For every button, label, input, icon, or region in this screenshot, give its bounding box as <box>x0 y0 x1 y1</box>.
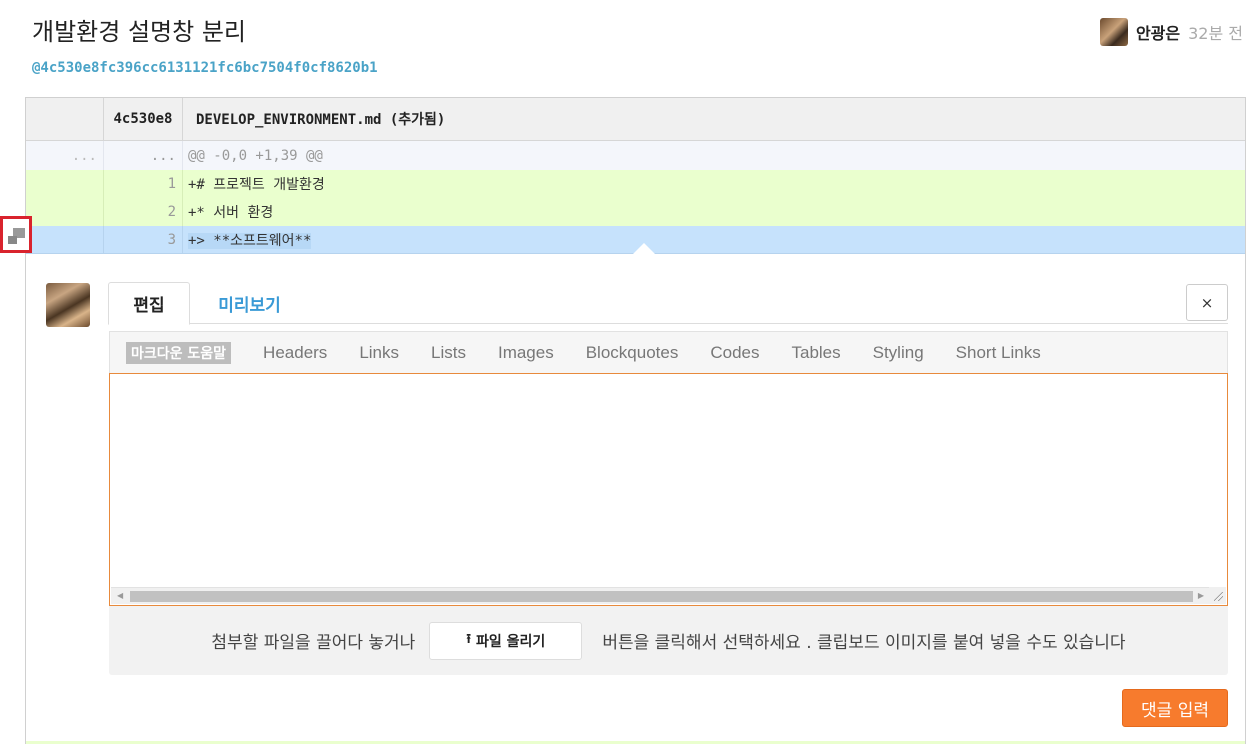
diff-file-header: 4c530e8 DEVELOP_ENVIRONMENT.md (추가됨) <box>26 98 1245 141</box>
toolbar-codes[interactable]: Codes <box>710 343 759 363</box>
author-avatar <box>1099 18 1128 46</box>
toolbar-lists[interactable]: Lists <box>431 343 466 363</box>
scroll-right-icon[interactable]: ▶ <box>1198 591 1204 600</box>
resize-handle[interactable] <box>1209 587 1226 604</box>
horizontal-scrollbar[interactable]: ◀ ▶ <box>111 587 1210 604</box>
submit-comment-button[interactable]: 댓글 입력 <box>1122 689 1228 727</box>
line-number-new: ... <box>104 141 183 170</box>
toolbar-styling[interactable]: Styling <box>873 343 924 363</box>
toolbar-blockquotes[interactable]: Blockquotes <box>586 343 679 363</box>
line-number-new: 1 <box>104 170 183 198</box>
comment-form-pointer <box>633 243 655 254</box>
markdown-toolbar: 마크다운 도움말 Headers Links Lists Images Bloc… <box>109 331 1228 373</box>
line-code: +* 서버 환경 <box>188 205 274 221</box>
upload-hint-suffix: 버튼을 클릭해서 선택하세요 . 클립보드 이미지를 붙여 넣을 수도 있습니다 <box>602 633 1126 653</box>
toolbar-links[interactable]: Links <box>359 343 399 363</box>
diff-hunk-row: ... ... @@ -0,0 +1,39 @@ <box>26 141 1245 170</box>
add-comment-button[interactable] <box>0 216 32 253</box>
line-number-old: ... <box>26 141 104 170</box>
comment-textarea[interactable]: ◀ ▶ <box>109 373 1228 606</box>
close-button[interactable]: × <box>1186 284 1228 321</box>
upload-file-label: 파일 올리기 <box>475 633 546 650</box>
line-number-old <box>26 226 104 253</box>
page-title: 개발환경 설명창 분리 <box>32 18 246 46</box>
line-code: +> **소프트웨어** <box>188 232 312 249</box>
diff-header-gutter <box>26 98 104 140</box>
scrollbar-thumb[interactable] <box>130 591 1193 602</box>
line-number-old <box>26 198 104 226</box>
line-number-new: 2 <box>104 198 183 226</box>
toolbar-short-links[interactable]: Short Links <box>956 343 1041 363</box>
line-code: +# 프로젝트 개발환경 <box>188 177 325 193</box>
author-name[interactable]: 안광은 <box>1136 20 1180 44</box>
diff-line[interactable]: 2 +* 서버 환경 <box>26 198 1245 226</box>
upload-dropzone[interactable]: 첨부할 파일을 끌어다 놓거나 ⭱ 파일 올리기 버튼을 클릭해서 선택하세요 … <box>109 606 1228 675</box>
upload-icon: ⭱ <box>466 631 471 647</box>
toolbar-headers[interactable]: Headers <box>263 343 327 363</box>
upload-hint-prefix: 첨부할 파일을 끌어다 놓거나 <box>211 633 416 653</box>
avatar <box>46 283 90 327</box>
editor-tabs: 편집 미리보기 <box>108 282 1228 325</box>
scroll-left-icon[interactable]: ◀ <box>117 591 123 600</box>
markdown-help-link[interactable]: 마크다운 도움말 <box>126 341 232 364</box>
commit-link[interactable]: @4c530e8fc396cc6131121fc6bc7504f0cf8620b… <box>32 60 378 76</box>
line-number-new: 3 <box>104 226 183 253</box>
comment-icon-secondary <box>8 236 17 244</box>
diff-file-name[interactable]: DEVELOP_ENVIRONMENT.md (추가됨) <box>183 109 445 129</box>
upload-file-button[interactable]: ⭱ 파일 올리기 <box>429 621 583 660</box>
diff-short-hash[interactable]: 4c530e8 <box>104 98 183 140</box>
diff-line[interactable]: 1 +# 프로젝트 개발환경 <box>26 170 1245 198</box>
tab-preview[interactable]: 미리보기 <box>202 282 297 324</box>
line-number-old <box>26 170 104 198</box>
toolbar-tables[interactable]: Tables <box>791 343 840 363</box>
author-time: 32분 전 <box>1188 24 1243 43</box>
toolbar-images[interactable]: Images <box>498 343 554 363</box>
close-icon: × <box>1200 293 1214 312</box>
author-info: 안광은 32분 전 <box>1099 18 1243 46</box>
hunk-header: @@ -0,0 +1,39 @@ <box>188 147 323 164</box>
line-code-wrap: +> **소프트웨어** <box>183 230 312 250</box>
tab-edit[interactable]: 편집 <box>108 282 190 325</box>
